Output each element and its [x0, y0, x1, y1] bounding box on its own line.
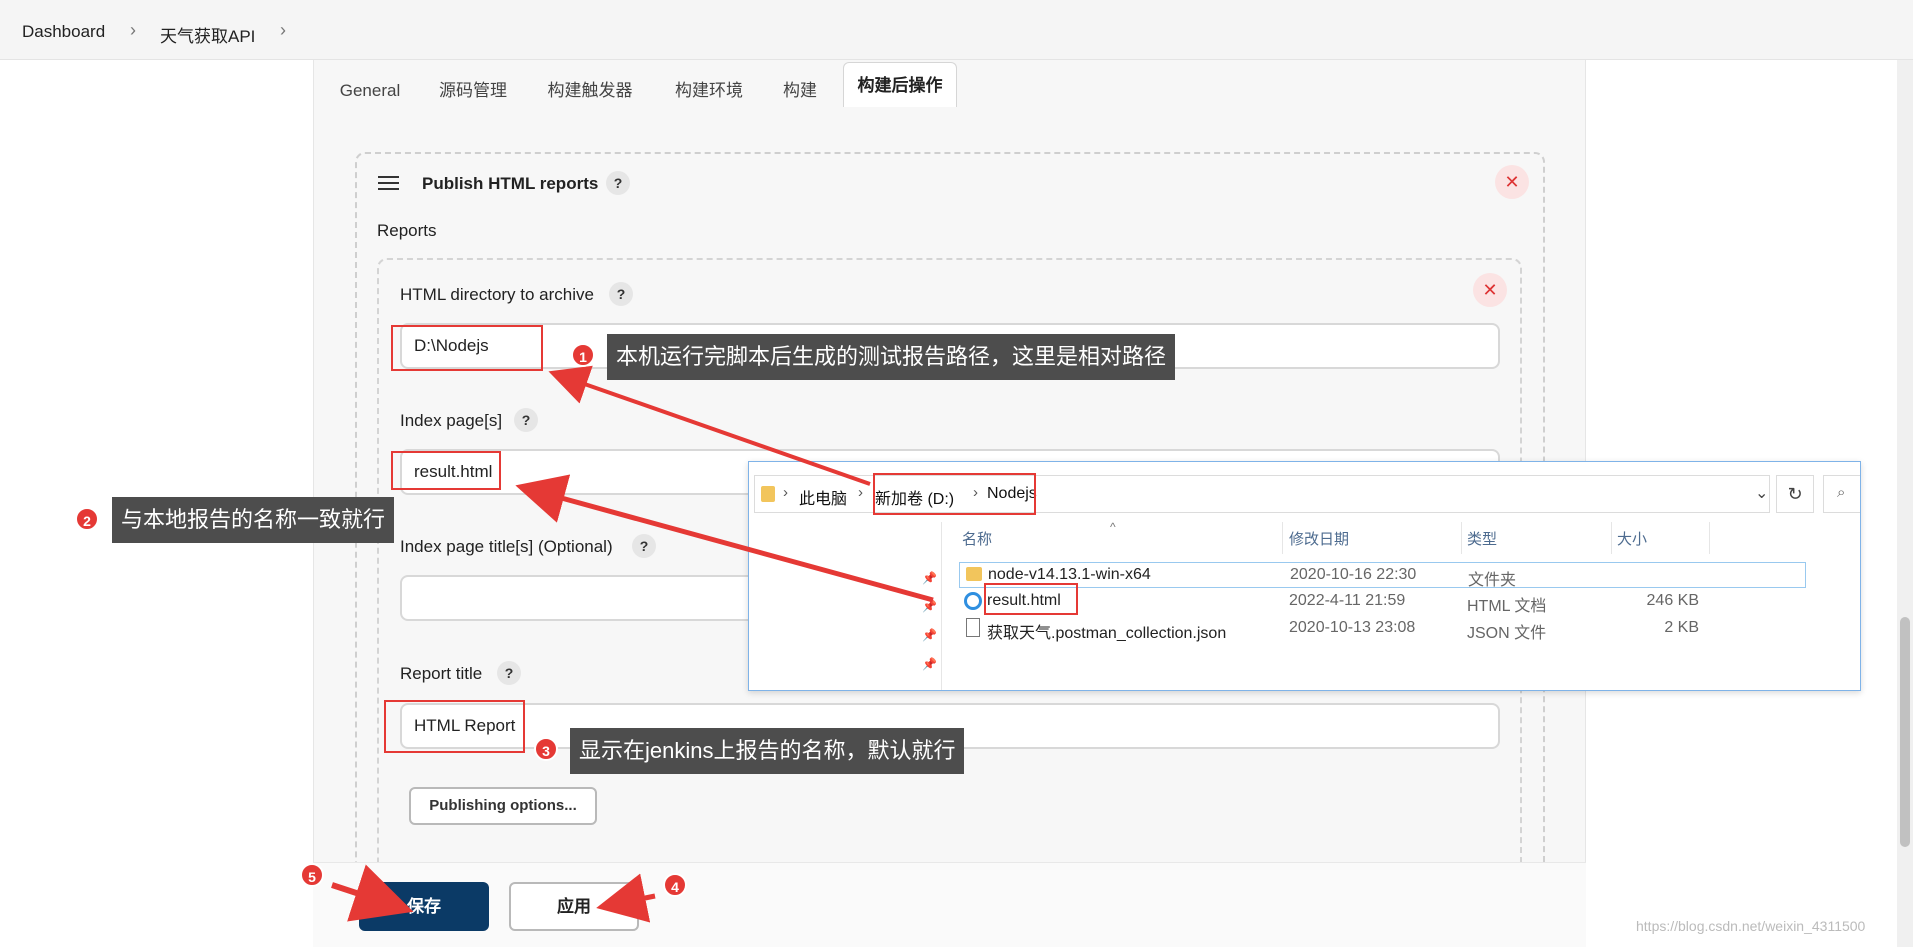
callout-badge-5: 5 — [300, 863, 324, 887]
remove-report-button[interactable]: ✕ — [1473, 273, 1507, 307]
refresh-icon[interactable]: ↻ — [1776, 475, 1814, 513]
path-segment-this-pc[interactable]: 此电脑 — [799, 485, 847, 509]
highlight-box — [873, 473, 1036, 515]
highlight-box — [391, 325, 543, 371]
report-title-label: Report title — [400, 664, 483, 683]
index-pages-label: Index page[s] — [400, 411, 503, 430]
tab-post-build[interactable]: 构建后操作 — [843, 62, 957, 107]
help-icon[interactable]: ? — [514, 408, 538, 432]
publishing-options-button[interactable]: Publishing options... — [409, 787, 597, 825]
help-icon[interactable]: ? — [609, 282, 633, 306]
file-size: 246 KB — [1646, 592, 1699, 609]
drag-handle-icon[interactable] — [378, 176, 399, 192]
chevron-down-icon[interactable]: ⌄ — [1755, 483, 1768, 503]
folder-icon — [966, 567, 982, 581]
file-type: JSON 文件 — [1467, 625, 1547, 642]
sort-ascending-icon: ^ — [1110, 520, 1116, 534]
column-header-name[interactable]: 名称 — [962, 528, 992, 549]
pin-icon[interactable]: 📌 — [922, 571, 937, 585]
file-type: 文件夹 — [1468, 572, 1517, 589]
tab-build-environment[interactable]: 构建环境 — [664, 74, 754, 108]
callout-badge-3: 3 — [534, 737, 558, 761]
help-icon[interactable]: ? — [606, 171, 630, 195]
folder-icon — [761, 486, 775, 502]
file-explorer-window: › 此电脑 › 新加卷 (D:) › Nodejs ⌄ ↻ 搜索"N ⌕ 📌 📌… — [748, 461, 1861, 691]
html-file-icon — [964, 592, 982, 610]
file-row[interactable]: 获取天气.postman_collection.json 2020-10-13 … — [959, 616, 1806, 642]
search-icon: ⌕ — [1837, 484, 1846, 501]
column-header-date[interactable]: 修改日期 — [1289, 528, 1349, 549]
callout-badge-1: 1 — [571, 343, 595, 367]
pin-icon[interactable]: 📌 — [922, 657, 937, 671]
breadcrumb: Dashboard › 天气获取API › — [0, 0, 1913, 60]
pin-icon[interactable]: 📌 — [922, 599, 937, 613]
column-divider[interactable] — [1709, 522, 1710, 554]
callout-badge-4: 4 — [663, 873, 687, 897]
file-name: 获取天气.postman_collection.json — [987, 625, 1227, 642]
apply-button[interactable]: 应用 — [509, 882, 639, 931]
chevron-right-icon: › — [783, 484, 788, 501]
chevron-right-icon: › — [130, 20, 136, 40]
file-date: 2022-4-11 21:59 — [1289, 592, 1406, 609]
callout-1: 本机运行完脚本后生成的测试报告路径，这里是相对路径 — [607, 334, 1176, 380]
breadcrumb-project[interactable]: 天气获取API — [160, 22, 255, 47]
scrollbar-thumb[interactable] — [1900, 617, 1910, 847]
highlight-box — [384, 700, 525, 753]
help-icon[interactable]: ? — [497, 661, 521, 685]
file-row[interactable]: node-v14.13.1-win-x64 2020-10-16 22:30 文… — [959, 562, 1806, 589]
form-footer — [313, 862, 1586, 947]
html-dir-label: HTML directory to archive — [400, 285, 594, 304]
column-header-type[interactable]: 类型 — [1467, 528, 1497, 549]
file-size: 2 KB — [1664, 619, 1699, 636]
close-section-button[interactable]: ✕ — [1495, 165, 1529, 199]
save-button[interactable]: 保存 — [359, 882, 489, 931]
reports-label: Reports — [377, 221, 437, 240]
chevron-right-icon[interactable]: › — [280, 20, 286, 41]
document-icon — [966, 618, 980, 637]
breadcrumb-dashboard[interactable]: Dashboard — [22, 22, 105, 42]
help-icon[interactable]: ? — [632, 534, 656, 558]
tab-general[interactable]: General — [330, 74, 410, 108]
tab-build[interactable]: 构建 — [774, 74, 826, 108]
navigation-pane: 📌 📌 📌 📌 — [749, 522, 942, 690]
callout-3: 显示在jenkins上报告的名称，默认就行 — [570, 728, 965, 774]
callout-badge-2: 2 — [75, 507, 99, 531]
pin-icon[interactable]: 📌 — [922, 628, 937, 642]
file-name: node-v14.13.1-win-x64 — [988, 566, 1151, 583]
chevron-right-icon: › — [858, 484, 863, 501]
index-title-label: Index page title[s] (Optional) — [400, 537, 613, 556]
tab-build-triggers[interactable]: 构建触发器 — [540, 74, 640, 108]
watermark: https://blog.csdn.net/weixin_4311500 — [1636, 918, 1866, 934]
column-divider[interactable] — [1461, 522, 1462, 554]
section-title: Publish HTML reports — [422, 174, 599, 193]
file-date: 2020-10-16 22:30 — [1290, 566, 1417, 583]
column-divider[interactable] — [1611, 522, 1612, 554]
file-row[interactable]: result.html 2022-4-11 21:59 HTML 文档 246 … — [959, 589, 1806, 615]
highlight-box — [391, 451, 501, 490]
column-divider[interactable] — [1282, 522, 1283, 554]
file-type: HTML 文档 — [1467, 598, 1547, 615]
file-date: 2020-10-13 23:08 — [1289, 619, 1416, 636]
highlight-box — [984, 583, 1078, 615]
column-header-size[interactable]: 大小 — [1617, 528, 1647, 549]
callout-2: 与本地报告的名称一致就行 — [112, 497, 395, 543]
tab-scm[interactable]: 源码管理 — [430, 74, 516, 108]
